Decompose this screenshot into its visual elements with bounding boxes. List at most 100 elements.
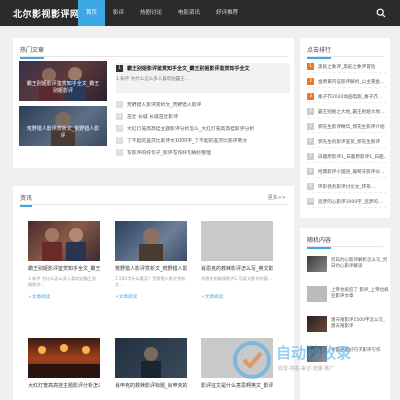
list-item-title[interactable]: 荒野猎人影评赏析文_荒野猎人影评 <box>127 101 201 108</box>
divider <box>20 204 287 205</box>
random-item[interactable]: 上帝也疯狂了 影评_上帝也疯狂影评文章 <box>307 286 389 308</box>
featured-caption: 霸王别姬影评鉴赏知乎全文_霸王别姬影评 <box>26 81 100 94</box>
rank-item[interactable]: 5 郭先生影评精华_郭先生影评介绍 <box>307 121 387 133</box>
list-item-title[interactable]: 茁壮 长城 长城茁壮影评 <box>127 113 178 120</box>
random-item[interactable]: 唐天喀影评1500字怎么写_唐天喀影评 <box>307 316 389 338</box>
news-card[interactable]: 大红灯笼高高挂主题影评分析怎么写 <box>28 338 100 389</box>
top-article[interactable]: 1 霸王别姬影评鉴赏知乎全文_霸王别姬影评鉴赏知乎全文 1.知乎 为什么这么多人… <box>116 63 290 93</box>
list-item-title[interactable]: 写影评的好句子_影评写作好句摘抄整理 <box>127 149 211 156</box>
search-icon[interactable] <box>376 8 386 18</box>
list-item-title[interactable]: 大红灯笼高高挂主题影评分析怎么_大红灯笼高高挂影评分析 <box>127 125 254 132</box>
news-title[interactable]: 荒野猎人影评赏析文_荒野猎人影评 <box>115 265 187 272</box>
rank-item-title[interactable]: 霸王别姬之大地_霸王别姬大地... <box>318 109 384 115</box>
rank-item[interactable]: 6 郭先生的影评鉴赏_郭先生影评 <box>307 136 387 148</box>
news-card[interactable]: 肖恩克的救赎影评怎么写_英文影评 肖恩克的救赎影评1.写英文影评的基... +文… <box>201 221 273 300</box>
watermark-logo-icon <box>233 341 271 379</box>
rank-item-title[interactable]: 环形债务影评讨论文_环形... <box>318 184 375 190</box>
random-item-title[interactable]: 唐天喀影评1500字怎么写_唐天喀影评 <box>331 318 389 330</box>
rank-number: 1 <box>307 63 314 70</box>
rank-item-title[interactable]: 郭先生的影评鉴赏_郭先生影评 <box>318 139 380 145</box>
news-thumbnail[interactable] <box>115 221 187 261</box>
watermark-tagline: 收录·排名·来访·流量·推广 <box>278 366 335 372</box>
nav-movie-news[interactable]: 电影资讯 <box>170 0 208 26</box>
rank-item-title[interactable]: 追梦的心影评1000字_追梦的... <box>318 199 382 205</box>
movie-still-image <box>28 344 100 378</box>
rank-item[interactable]: 9 环形债务影评讨论文_环形... <box>307 181 387 193</box>
nav-reviews[interactable]: 影评 <box>105 0 132 26</box>
nav-hot-drama[interactable]: 热剧讨论 <box>132 0 170 26</box>
rank-item[interactable]: 7 白鹿原影评1_白鹿原影评1_白鹿... <box>307 151 387 163</box>
rank-item-title[interactable]: 经典影评小国语_葡萄牙影评分... <box>318 169 384 175</box>
more-link[interactable]: 更多>> <box>268 194 286 201</box>
rank-number: 4 <box>307 108 314 115</box>
read-more-link[interactable]: +文章阅读 <box>28 294 100 300</box>
rank-item-title[interactable]: 黑蛇之象评_黑蛇之象评冒险 <box>318 64 375 70</box>
random-thumbnail[interactable] <box>307 256 327 272</box>
news-thumbnail-placeholder[interactable] <box>201 221 273 261</box>
divider <box>20 56 287 57</box>
read-more-link[interactable]: +文章阅读 <box>201 294 273 300</box>
rank-number: 4 <box>116 125 123 132</box>
rank-item[interactable]: 2 金牌黄内证影评解析_公主黄金... <box>307 76 387 88</box>
rank-number: 1 <box>116 65 123 72</box>
top-navbar: 北尔影视影评网 首页 影评 热剧讨论 电影资讯 好评推荐 <box>0 0 400 26</box>
news-title[interactable]: 影评征文是什么意思啊英文_影评 <box>201 382 273 389</box>
movie-still-image <box>141 347 161 378</box>
list-item[interactable]: 4 大红灯笼高高挂主题影评分析怎么_大红灯笼高高挂影评分析 <box>116 124 292 133</box>
random-item[interactable]: 烈日灼心影评解析怎么写_烈日灼心影评解读 <box>307 256 389 278</box>
rank-number: 10 <box>307 198 314 205</box>
featured-image-2[interactable]: 荒野猎人影评赏析文_荒野猎人影评 <box>19 106 107 146</box>
random-item-title[interactable]: 上帝也疯狂了 影评_上帝也疯狂影评文章 <box>331 288 389 300</box>
rank-number: 5 <box>116 137 123 144</box>
rank-item[interactable]: 8 经典影评小国语_葡萄牙影评分... <box>307 166 387 178</box>
news-thumbnail[interactable] <box>28 338 100 378</box>
top-article-title[interactable]: 霸王别姬影评鉴赏知乎全文_霸王别姬影评鉴赏知乎全文 <box>127 65 250 72</box>
rank-item[interactable]: 10 追梦的心影评1000字_追梦的... <box>307 196 387 208</box>
news-card[interactable]: 肖申克的救赎影评标题_肖申克的救赎 <box>115 338 187 389</box>
rank-number: 6 <box>116 149 123 156</box>
rank-number: 7 <box>307 153 314 160</box>
news-thumbnail[interactable] <box>115 338 187 378</box>
random-thumbnail[interactable] <box>307 316 327 332</box>
rank-item-title[interactable]: 金牌黄内证影评解析_公主黄金... <box>318 79 384 85</box>
site-logo[interactable]: 北尔影视影评网 <box>13 7 80 20</box>
rank-number: 3 <box>116 113 123 120</box>
nav-home[interactable]: 首页 <box>78 0 106 26</box>
featured-image-1[interactable]: 霸王别姬影评鉴赏知乎全文_霸王别姬影评 <box>19 61 107 101</box>
news-title[interactable]: 肖申克的救赎影评标题_肖申克的救赎 <box>115 382 187 389</box>
news-excerpt: 肖恩克的救赎影评1.写英文影评的基... <box>201 276 272 281</box>
rank-number: 3 <box>307 93 314 100</box>
rank-number: 5 <box>307 123 314 130</box>
movie-still-image <box>139 228 163 261</box>
rank-item-title[interactable]: 白鹿原影评1_白鹿原影评1_白鹿... <box>318 154 387 160</box>
rank-item-title[interactable]: 秦子芥2020动画电影_秦子芥... <box>318 94 382 100</box>
random-item-title[interactable]: 烈日灼心影评解析怎么写_烈日灼心影评解读 <box>331 258 389 270</box>
news-title[interactable]: 霸王别姬影评鉴赏知乎全文_霸王别姬 <box>28 265 100 272</box>
news-title[interactable]: 大红灯笼高高挂主题影评分析怎么写 <box>28 382 100 389</box>
news-thumbnail[interactable] <box>28 221 100 261</box>
rank-number: 8 <box>307 168 314 175</box>
news-card[interactable]: 荒野猎人影评赏析文_荒野猎人影评 1.500字什么要买？荒野猎人影评赏析文...… <box>115 221 187 300</box>
watermark: 自动秒收录 收录·排名·来访·流量·推广 <box>232 338 390 382</box>
movie-still-image <box>42 228 86 261</box>
list-item[interactable]: 5 了不起的盖茨比影评文1000字_了不起的盖茨比影评英文 <box>116 136 292 145</box>
rank-item[interactable]: 3 秦子芥2020动画电影_秦子芥... <box>307 91 387 103</box>
news-title[interactable]: 肖恩克的救赎影评怎么写_英文影评 <box>201 265 273 272</box>
random-thumbnail-placeholder[interactable] <box>307 286 327 302</box>
rank-number: 2 <box>307 78 314 85</box>
news-card[interactable]: 霸王别姬影评鉴赏知乎全文_霸王别姬 1.知乎 为什么这么多人喜欢贴霸王别姬影评.… <box>28 221 100 300</box>
list-item-title[interactable]: 了不起的盖茨比影评文1000字_了不起的盖茨比影评英文 <box>127 137 247 144</box>
rank-item[interactable]: 1 黑蛇之象评_黑蛇之象评冒险 <box>307 61 387 73</box>
list-item[interactable]: 6 写影评的好句子_影评写作好句摘抄整理 <box>116 148 292 157</box>
rank-number: 9 <box>307 183 314 190</box>
list-item[interactable]: 2 荒野猎人影评赏析文_荒野猎人影评 <box>116 100 292 109</box>
watermark-brand: 自动秒收录 <box>276 344 352 362</box>
nav-recommend[interactable]: 好评推荐 <box>208 0 246 26</box>
read-more-link[interactable]: +文章阅读 <box>115 294 187 300</box>
featured-caption: 荒野猎人影评赏析文_荒野猎人影评 <box>26 126 100 139</box>
list-item[interactable]: 3 茁壮 长城 长城茁壮影评 <box>116 112 292 121</box>
rank-number: 6 <box>307 138 314 145</box>
rank-item[interactable]: 4 霸王别姬之大地_霸王别姬大地... <box>307 106 387 118</box>
rank-item-title[interactable]: 郭先生影评精华_郭先生影评介绍 <box>318 124 385 130</box>
hot-articles-panel: 热门文章 霸王别姬影评鉴赏知乎全文_霸王别姬影评 荒野猎人影评赏析文_荒野猎人影… <box>13 38 294 168</box>
